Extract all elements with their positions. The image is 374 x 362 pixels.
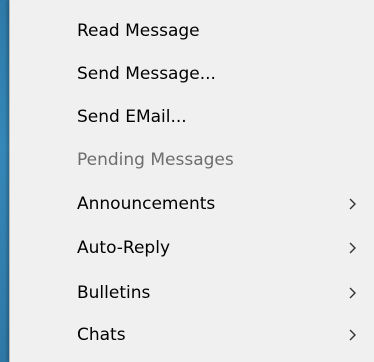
menu-item-label: Auto-Reply: [77, 238, 171, 258]
menu-item-label: Chats: [77, 325, 126, 345]
menu-item-bulletins[interactable]: Bulletins: [10, 271, 374, 315]
menu-item-label: Send Message...: [77, 64, 216, 84]
menu-item-announcements[interactable]: Announcements: [10, 182, 374, 226]
chevron-right-icon: [349, 287, 356, 299]
context-menu: Read Message Send Message... Send EMail.…: [9, 0, 374, 362]
menu-item-read-message[interactable]: Read Message: [10, 9, 374, 53]
menu-item-label: Bulletins: [77, 283, 151, 303]
chevron-right-icon: [349, 198, 356, 210]
menu-item-label: Pending Messages: [77, 150, 234, 170]
menu-item-send-message[interactable]: Send Message...: [10, 52, 374, 96]
menu-item-pending-messages: Pending Messages: [10, 138, 374, 182]
chevron-right-icon: [349, 329, 356, 341]
menu-item-label: Announcements: [77, 194, 216, 214]
menu-item-chats[interactable]: Chats: [10, 313, 374, 357]
chevron-right-icon: [349, 242, 356, 254]
menu-item-label: Read Message: [77, 21, 200, 41]
menu-item-auto-reply[interactable]: Auto-Reply: [10, 226, 374, 270]
desktop-background: Read Message Send Message... Send EMail.…: [0, 0, 374, 362]
menu-item-label: Send EMail...: [77, 107, 187, 127]
menu-item-send-email[interactable]: Send EMail...: [10, 95, 374, 139]
